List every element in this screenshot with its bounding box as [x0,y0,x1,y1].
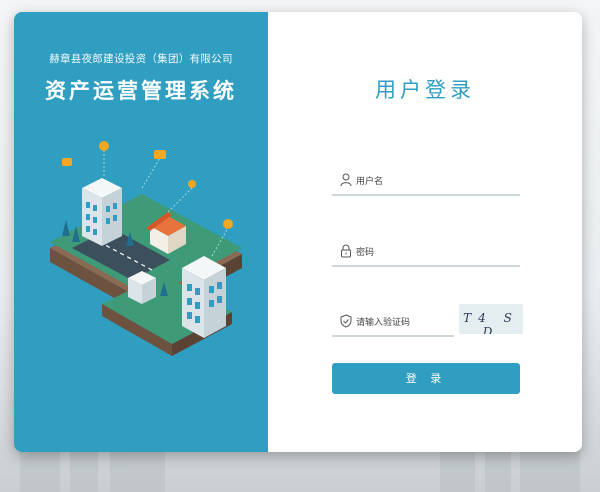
captcha-input[interactable]: 请输入验证码 [332,309,454,337]
isometric-city-illustration [50,141,242,356]
login-button[interactable]: 登 录 [332,363,520,394]
system-title: 资产运营管理系统 [45,79,237,103]
login-panel: 用户登录 用户名 密码 请输入验证码 T4 S D 登 录 [268,12,582,452]
shield-icon [340,314,352,328]
company-name: 赫章县夜郎建设投资（集团）有限公司 [49,53,233,65]
captcha-code: T4 S D [463,311,519,334]
user-icon [340,173,352,187]
login-card: 赫章县夜郎建设投资（集团）有限公司 资产运营管理系统 用户登录 用户名 密码 请… [14,12,582,452]
branding-panel: 赫章县夜郎建设投资（集团）有限公司 资产运营管理系统 [14,12,268,452]
username-input[interactable]: 用户名 [332,168,520,196]
password-input[interactable]: 密码 [332,239,520,267]
username-placeholder: 用户名 [356,177,384,187]
lock-icon [341,244,351,258]
login-title: 用户登录 [375,78,475,102]
captcha-placeholder: 请输入验证码 [356,318,411,328]
captcha-image[interactable]: T4 S D [459,304,523,334]
password-placeholder: 密码 [356,248,375,258]
